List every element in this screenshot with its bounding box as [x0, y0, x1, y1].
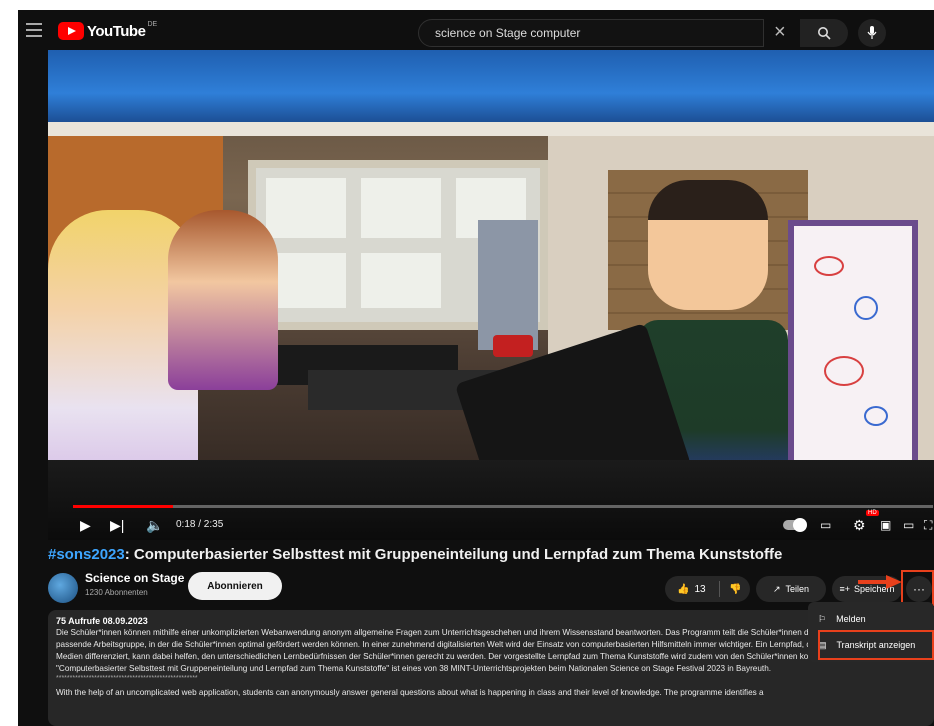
annotation-highlight-transcript [818, 630, 934, 660]
description-text-de: Die Schüler*innen können mithilfe einer … [56, 628, 903, 673]
like-button[interactable]: 👍 13 [665, 581, 720, 597]
views-date: 75 Aufrufe 08.09.2023 [56, 616, 148, 626]
title-text: : Computerbasierter Selbsttest mit Grupp… [124, 546, 783, 563]
add-to-playlist-icon: ≡+ [839, 584, 850, 594]
search-input[interactable]: science on Stage computer [418, 19, 764, 47]
whiteboard [788, 220, 918, 480]
progress-bar[interactable] [73, 505, 933, 508]
dislike-button[interactable]: 👎 [720, 584, 741, 595]
autoplay-toggle[interactable] [783, 518, 807, 532]
like-count: 13 [694, 583, 706, 595]
description-separator: ****************************************… [56, 675, 198, 682]
lego-figure-boy-head [648, 180, 768, 310]
hashtag-link[interactable]: #sons2023 [48, 546, 125, 563]
like-dislike-group: 👍 13 👎 [665, 576, 750, 602]
thumbs-up-icon: 👍 [677, 583, 690, 595]
clear-search-icon[interactable]: × [774, 22, 786, 42]
progress-fill [73, 505, 173, 508]
description-text-en: With the help of an uncomplicated web ap… [56, 688, 764, 697]
voice-search-button[interactable] [858, 19, 886, 47]
settings-gear-icon[interactable]: ⚙ [853, 516, 866, 534]
video-title: #sons2023: Computerbasierter Selbsttest … [48, 546, 782, 563]
channel-avatar[interactable] [48, 573, 78, 603]
play-icon[interactable]: ▶ [80, 516, 91, 534]
next-icon[interactable]: ▶| [110, 516, 124, 534]
youtube-window: YouTube DE science on Stage computer × ▶… [18, 10, 934, 726]
theater-mode-icon[interactable]: ▭ [903, 516, 914, 534]
youtube-logo[interactable]: YouTube DE [58, 21, 157, 41]
report-label: Melden [836, 614, 866, 624]
hamburger-menu-icon[interactable] [26, 23, 42, 37]
video-player[interactable]: ▶ ▶| 🔈 0:18 / 2:35 ▭ ⚙ HD ▣ ▭ ⛶ [48, 50, 934, 540]
subscribe-button[interactable]: Abonnieren [188, 572, 282, 600]
share-arrow-icon: ↗ [772, 583, 781, 594]
search-button[interactable] [800, 19, 848, 47]
miniplayer-icon[interactable]: ▣ [880, 516, 891, 534]
search-icon [818, 27, 831, 40]
annotation-highlight-more [901, 570, 934, 606]
annotation-arrow-icon [858, 575, 904, 589]
flag-icon: ⚐ [818, 613, 827, 624]
fullscreen-icon[interactable]: ⛶ [924, 516, 932, 534]
microphone-icon [867, 26, 877, 39]
description-box[interactable]: 75 Aufrufe 08.09.2023 Die Schüler*innen … [48, 610, 934, 726]
menu-item-report[interactable]: ⚐ Melden [808, 606, 934, 632]
hd-badge: HD [866, 510, 879, 516]
subtitles-icon[interactable]: ▭ [820, 516, 831, 534]
share-button[interactable]: ↗ Teilen [756, 576, 826, 602]
channel-name[interactable]: Science on Stage [85, 571, 184, 585]
subscriber-count: 1230 Abonnenten [85, 588, 148, 597]
top-bar: YouTube DE science on Stage computer × [18, 10, 934, 54]
lego-figure-girl-2 [168, 210, 278, 390]
volume-icon[interactable]: 🔈 [146, 516, 163, 534]
play-logo-icon [58, 22, 84, 40]
player-controls: ▶ ▶| 🔈 0:18 / 2:35 ▭ ⚙ HD ▣ ▭ ⛶ [48, 510, 934, 540]
time-display: 0:18 / 2:35 [176, 519, 224, 530]
logo-text: YouTube [87, 22, 146, 40]
share-label: Teilen [785, 584, 810, 594]
thumbs-down-icon: 👎 [729, 583, 742, 595]
logo-country: DE [147, 20, 158, 28]
